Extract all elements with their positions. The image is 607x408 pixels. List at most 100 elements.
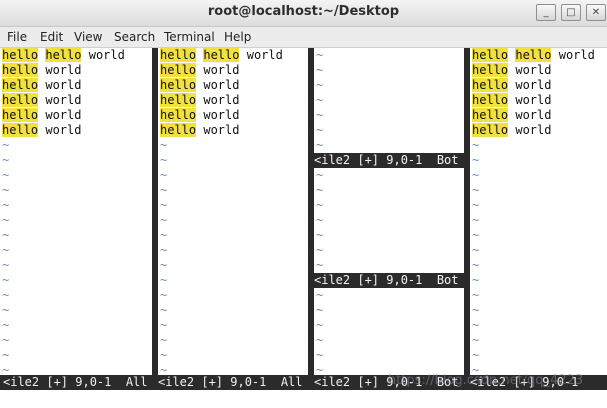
empty-line-tilde: ~ [316,123,324,137]
text-line: ~ [316,168,323,183]
text-line: ~ [316,243,323,258]
text-line: ~ [472,183,479,198]
search-match-word: hello [160,63,197,77]
empty-line-tilde: ~ [2,198,10,212]
word: world [203,108,240,122]
text-line: ~ [2,288,9,303]
empty-line-tilde: ~ [316,243,324,257]
empty-line-tilde: ~ [316,288,324,302]
empty-line-tilde: ~ [472,228,480,242]
status-line-pane-2: <ile2 [+] 9,0-1 All [158,375,303,389]
empty-line-tilde: ~ [160,333,168,347]
text-line: hello world [2,108,81,123]
text-line: ~ [472,198,479,213]
empty-line-tilde: ~ [2,273,10,287]
menu-terminal[interactable]: Terminal [164,30,215,44]
word: world [515,108,552,122]
empty-line-tilde: ~ [316,93,324,107]
empty-line-tilde: ~ [2,288,10,302]
empty-line-tilde: ~ [472,288,480,302]
vim-pane-4[interactable]: hello hello world hello world hello world h… [470,48,607,375]
menu-edit[interactable]: Edit [40,30,63,44]
empty-line-tilde: ~ [160,288,168,302]
menu-help[interactable]: Help [224,30,251,44]
empty-line-tilde: ~ [2,363,10,375]
empty-line-tilde: ~ [2,168,10,182]
text-line: ~ [2,153,9,168]
empty-line-tilde: ~ [316,258,324,272]
menu-view[interactable]: View [74,30,102,44]
maximize-button[interactable]: □ [561,4,581,21]
word: world [246,48,283,62]
text-line: hello world [472,78,551,93]
empty-line-tilde: ~ [2,258,10,272]
search-match-word: hello [2,108,39,122]
empty-line-tilde: ~ [316,78,324,92]
empty-line-tilde: ~ [316,108,324,122]
empty-line-tilde: ~ [2,213,10,227]
word: world [45,93,82,107]
menu-search[interactable]: Search [114,30,155,44]
text-line: ~ [316,183,323,198]
search-match-word: hello [472,63,509,77]
empty-line-tilde: ~ [160,318,168,332]
search-match-word: hello [2,93,39,107]
word: world [45,123,82,137]
text-line: ~ [160,363,167,375]
vim-pane-2[interactable]: hello hello world hello world hello world h… [158,48,308,375]
text-line: hello world [160,78,239,93]
text-line: ~ [2,363,9,375]
empty-line-tilde: ~ [316,138,324,152]
text-line: hello hello world [2,48,125,63]
close-button[interactable]: ✕ [586,4,606,21]
empty-line-tilde: ~ [316,348,324,362]
empty-line-tilde: ~ [160,153,168,167]
empty-line-tilde: ~ [472,138,480,152]
text-line: hello world [160,93,239,108]
terminal-area[interactable]: hello hello world hello world hello world h… [0,48,607,408]
text-line: ~ [2,138,9,153]
search-match-word: hello [160,78,197,92]
text-line: ~ [160,228,167,243]
text-line: hello world [2,123,81,138]
text-line: ~ [472,258,479,273]
empty-line-tilde: ~ [2,138,10,152]
text-line: ~ [160,258,167,273]
text-line: ~ [472,168,479,183]
text-line: hello hello world [160,48,283,63]
empty-line-tilde: ~ [2,243,10,257]
text-line: ~ [316,303,323,318]
text-line: ~ [316,228,323,243]
text-line: ~ [316,333,323,348]
word: world [203,78,240,92]
text-line: hello world [472,123,551,138]
empty-line-tilde: ~ [2,348,10,362]
vim-pane-1[interactable]: hello hello world hello world hello world h… [0,48,152,375]
empty-line-tilde: ~ [160,228,168,242]
empty-line-tilde: ~ [160,363,168,375]
text-line: ~ [160,183,167,198]
empty-line-tilde: ~ [472,303,480,317]
search-match-word: hello [472,48,509,62]
empty-line-tilde: ~ [472,213,480,227]
vim-pane-3-middle[interactable]: ~ ~ ~ ~ ~ ~ ~ [314,168,464,273]
empty-line-tilde: ~ [160,258,168,272]
empty-line-tilde: ~ [472,273,480,287]
text-line: hello world [2,78,81,93]
empty-line-tilde: ~ [2,183,10,197]
vim-pane-3-top[interactable]: ~ ~ ~ ~ ~ ~ ~ [314,48,464,153]
text-line: ~ [316,123,323,138]
empty-line-tilde: ~ [2,153,10,167]
vim-pane-3-bottom[interactable]: ~ ~ ~ ~ ~ ~ [314,288,464,375]
empty-line-tilde: ~ [316,333,324,347]
empty-line-tilde: ~ [160,243,168,257]
watermark-text: https://blog.csdn.net/qq_4223 [388,373,584,388]
word: world [45,63,82,77]
empty-line-tilde: ~ [160,198,168,212]
text-line: ~ [472,273,479,288]
text-line: ~ [160,213,167,228]
minimize-button[interactable]: _ [536,4,556,21]
search-match-word: hello [472,108,509,122]
menu-file[interactable]: File [7,30,27,44]
text-line: ~ [160,198,167,213]
